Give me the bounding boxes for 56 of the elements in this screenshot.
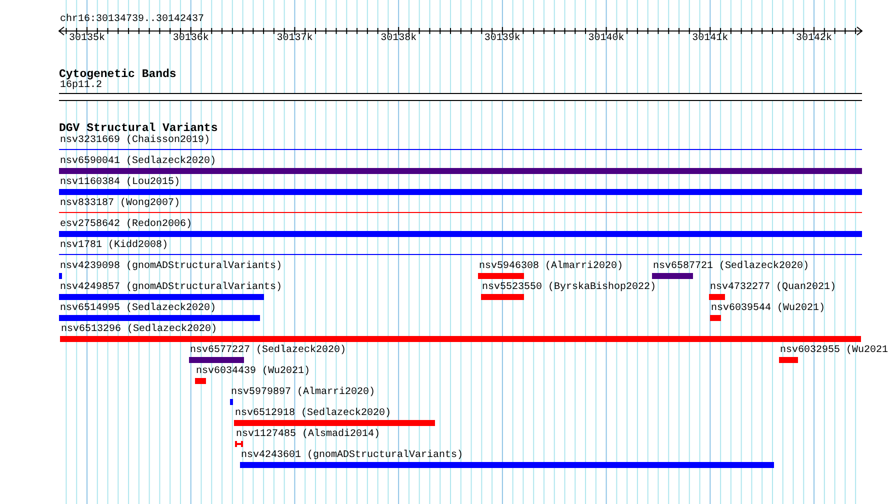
track-title: DGV Structural Variants <box>59 122 218 135</box>
tick-label: 30141k <box>692 33 728 45</box>
feature-bar[interactable] <box>710 315 721 321</box>
feature-bar[interactable] <box>59 231 862 237</box>
feature-line[interactable] <box>59 149 862 150</box>
tick-label: 30142k <box>796 33 832 45</box>
feature-label: nsv3231669 (Chaisson2019) <box>60 135 210 146</box>
feature-bar[interactable] <box>240 462 774 468</box>
feature-line[interactable] <box>59 212 862 213</box>
tick-label: 30137k <box>276 33 313 45</box>
feature-label: nsv4239098 (gnomADStructuralVariants) <box>60 261 282 272</box>
tick-label: 30136k <box>172 33 209 45</box>
location-label: chr16:30134739..30142437 <box>60 14 204 26</box>
feature-bar[interactable] <box>779 357 798 363</box>
tick-label: 30139k <box>484 33 520 45</box>
feature-label: nsv6034439 (Wu2021) <box>196 366 310 377</box>
feature-label: nsv6032955 (Wu2021 <box>780 345 888 356</box>
feature-label: nsv4732277 (Quan2021) <box>710 282 836 293</box>
feature-label: nsv5979897 (Almarri2020) <box>231 387 376 398</box>
feature-bar[interactable] <box>59 168 862 174</box>
feature-label: nsv6590041 (Sedlazeck2020) <box>60 156 216 167</box>
feature-bar[interactable] <box>59 294 264 300</box>
feature-bar[interactable] <box>652 273 693 279</box>
track-title: Cytogenetic Bands <box>59 68 176 81</box>
feature-bar[interactable] <box>478 273 524 279</box>
feature-label: nsv4243601 (gnomADStructuralVariants) <box>241 450 464 461</box>
feature-label: nsv1127485 (Alsmadi2014) <box>236 429 380 440</box>
band-label: 16p11.2 <box>60 80 102 92</box>
feature-span[interactable] <box>235 441 243 447</box>
feature-label: nsv5946308 (Almarri2020) <box>479 261 624 272</box>
feature-bar[interactable] <box>234 420 435 426</box>
tick-label: 30138k <box>380 33 417 45</box>
feature-label: nsv6512918 (Sedlazeck2020) <box>235 408 392 419</box>
feature-label: nsv6587721 (Sedlazeck2020) <box>653 261 810 272</box>
feature-bar[interactable] <box>59 315 260 321</box>
feature-label: nsv4249857 (gnomADStructuralVariants) <box>60 282 282 293</box>
tick-label: 30135k <box>69 33 105 45</box>
feature-bar[interactable] <box>709 294 725 300</box>
feature-label: nsv6577227 (Sedlazeck2020) <box>190 345 346 356</box>
feature-label: nsv6514995 (Sedlazeck2020) <box>60 303 216 314</box>
feature-bar[interactable] <box>189 357 244 363</box>
feature-bar[interactable] <box>195 378 206 384</box>
feature-label: nsv833187 (Wong2007) <box>60 198 180 209</box>
feature-bar[interactable] <box>481 294 524 300</box>
feature-label: nsv6039544 (Wu2021) <box>711 303 826 314</box>
feature-bar[interactable] <box>60 336 861 342</box>
feature-label: nsv1160384 (Lou2015) <box>60 177 180 188</box>
feature-label: nsv5523550 (ByrskaBishop2022) <box>482 282 656 293</box>
feature-bar[interactable] <box>59 189 862 195</box>
feature-label: nsv6513296 (Sedlazeck2020) <box>61 324 218 335</box>
feature-line[interactable] <box>59 254 862 255</box>
feature-label: esv2758642 (Redon2006) <box>60 219 192 230</box>
tick-label: 30140k <box>588 33 624 45</box>
feature-bar[interactable] <box>59 273 62 279</box>
feature-label: nsv1781 (Kidd2008) <box>60 240 168 251</box>
feature-bar[interactable] <box>230 399 233 405</box>
